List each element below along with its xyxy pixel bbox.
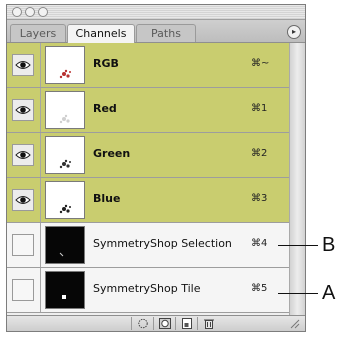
channel-thumbnail-red [45, 91, 85, 129]
channel-name: SymmetryShop Tile [93, 282, 201, 295]
thumb-spot [62, 207, 66, 211]
create-new-channel-button[interactable] [175, 317, 197, 330]
channel-thumbnail-tile [45, 271, 85, 309]
visibility-toggle-green[interactable] [12, 144, 34, 166]
close-button[interactable] [12, 7, 22, 17]
channel-row-green[interactable]: Green ⌘2 [7, 133, 289, 178]
channel-shortcut: ⌘3 [251, 193, 268, 204]
channel-name: Green [93, 147, 131, 160]
thumb-spot [69, 206, 71, 208]
save-selection-icon [159, 318, 171, 329]
thumb-spot [64, 159, 68, 163]
row-divider [40, 223, 41, 267]
channels-panel: Layers Channels Paths ▸ RGB ⌘~ Red ⌘1 Gr… [6, 4, 306, 332]
thumb-spot [64, 204, 68, 208]
callout-b-line [278, 245, 318, 246]
channel-shortcut: ⌘1 [251, 103, 268, 114]
eye-icon [15, 196, 31, 204]
thumbnail-artwork [59, 204, 71, 214]
panel-title-bar[interactable] [7, 5, 305, 20]
channel-row-symmetryshop-tile[interactable]: SymmetryShop Tile ⌘5 [7, 268, 289, 313]
resize-grip[interactable] [283, 317, 303, 330]
eye-icon [15, 61, 31, 69]
channel-shortcut: ⌘~ [251, 58, 270, 69]
thumb-spot [66, 74, 70, 78]
callout-a-line [278, 293, 318, 294]
channel-name: Red [93, 102, 117, 115]
row-divider [40, 268, 41, 312]
minimize-button[interactable] [25, 7, 35, 17]
resize-grip-icon [290, 319, 300, 329]
channel-thumbnail-blue [45, 181, 85, 219]
tab-channels[interactable]: Channels [67, 24, 135, 43]
thumb-spot [62, 72, 66, 76]
thumb-spot [59, 120, 63, 124]
visibility-toggle-blue[interactable] [12, 189, 34, 211]
trash-icon [204, 319, 214, 329]
thumb-spot [59, 75, 63, 79]
thumb-spot [64, 114, 68, 118]
visibility-toggle-rgb[interactable] [12, 54, 34, 76]
thumb-spot [69, 71, 71, 73]
row-divider [40, 88, 41, 132]
row-divider [40, 178, 41, 222]
zoom-button[interactable] [38, 7, 48, 17]
channel-thumbnail-selection [45, 226, 85, 264]
thumbnail-artwork [59, 252, 64, 257]
row-divider [40, 43, 41, 87]
thumbnail-artwork [59, 69, 71, 79]
thumb-spot [66, 209, 70, 213]
channel-name: RGB [93, 57, 119, 70]
visibility-toggle-tile[interactable] [12, 279, 34, 301]
channel-shortcut: ⌘2 [251, 148, 268, 159]
thumb-spot [64, 69, 68, 73]
channel-row-rgb[interactable]: RGB ⌘~ [7, 43, 289, 88]
load-selection-icon [138, 318, 148, 329]
callout-a-label: A [322, 282, 336, 304]
tab-paths[interactable]: Paths [136, 24, 196, 42]
channel-shortcut: ⌘4 [251, 238, 268, 249]
channel-name: Blue [93, 192, 121, 205]
save-selection-as-channel-button[interactable] [153, 317, 175, 330]
vertical-scrollbar[interactable] [289, 43, 305, 315]
channel-row-symmetryshop-selection[interactable]: SymmetryShop Selection ⌘4 [7, 223, 289, 268]
thumbnail-artwork [59, 159, 71, 169]
thumb-spot [59, 210, 63, 214]
visibility-toggle-selection[interactable] [12, 234, 34, 256]
visibility-toggle-red[interactable] [12, 99, 34, 121]
thumbnail-artwork [59, 114, 70, 124]
channel-name: SymmetryShop Selection [93, 237, 232, 250]
channel-row-red[interactable]: Red ⌘1 [7, 88, 289, 133]
load-channel-as-selection-button[interactable] [131, 317, 153, 330]
thumb-spot [59, 165, 63, 169]
delete-channel-button[interactable] [197, 317, 219, 330]
eye-icon [15, 151, 31, 159]
channel-row-blue[interactable]: Blue ⌘3 [7, 178, 289, 223]
thumb-spot [69, 161, 71, 163]
callout-b-label: B [322, 234, 336, 256]
tab-layers[interactable]: Layers [10, 24, 66, 42]
channel-thumbnail-rgb [45, 46, 85, 84]
thumbnail-artwork [62, 295, 66, 299]
channel-thumbnail-green [45, 136, 85, 174]
new-channel-icon [182, 318, 192, 329]
panel-menu-button[interactable]: ▸ [287, 25, 301, 39]
row-divider [40, 133, 41, 177]
thumb-spot [62, 162, 66, 166]
thumb-spot [62, 117, 66, 121]
channel-shortcut: ⌘5 [251, 283, 268, 294]
channel-list: RGB ⌘~ Red ⌘1 Green ⌘2 Blue ⌘3 SymmetryS… [7, 43, 289, 315]
eye-icon [15, 106, 31, 114]
thumb-spot [66, 119, 70, 123]
thumb-spot [66, 164, 70, 168]
tab-bar: Layers Channels Paths ▸ [7, 20, 305, 43]
panel-bottom-toolbar [7, 315, 305, 331]
